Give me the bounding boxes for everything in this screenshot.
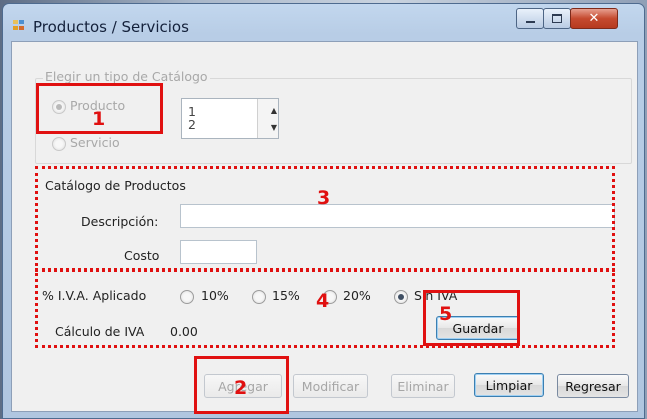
radio-servicio[interactable] [52, 137, 66, 151]
close-button[interactable]: ✕ [570, 8, 618, 29]
minimize-button[interactable] [516, 8, 544, 29]
title-bar[interactable]: Productos / Servicios ✕ [3, 4, 644, 42]
annotation-number-4: 4 [316, 290, 330, 312]
annotation-box-5 [423, 290, 520, 346]
maximize-icon [552, 14, 562, 23]
scroll-down-icon[interactable]: ▼ [264, 121, 278, 134]
close-icon: ✕ [588, 11, 600, 26]
catalog-number-list[interactable]: 1 2 ▲ ▼ [181, 98, 279, 139]
annotation-number-5: 5 [439, 303, 453, 325]
minimize-icon [525, 21, 535, 23]
annotation-number-2: 2 [234, 377, 248, 399]
catalog-type-legend: Elegir un tipo de Catálogo [43, 69, 210, 84]
eliminar-button[interactable]: Eliminar [391, 374, 455, 398]
regresar-button[interactable]: Regresar [557, 374, 629, 398]
scroll-up-icon[interactable]: ▲ [264, 104, 278, 117]
annotation-number-3: 3 [317, 187, 331, 209]
radio-servicio-label: Servicio [70, 135, 120, 150]
list-scrollbar[interactable]: ▲ ▼ [257, 99, 278, 138]
limpiar-button[interactable]: Limpiar [474, 373, 544, 397]
annotation-number-1: 1 [92, 108, 106, 130]
annotation-box-3 [35, 166, 615, 272]
modificar-button[interactable]: Modificar [293, 374, 368, 398]
window-title: Productos / Servicios [33, 18, 189, 36]
maximize-button[interactable] [543, 8, 571, 29]
app-icon [13, 20, 27, 32]
